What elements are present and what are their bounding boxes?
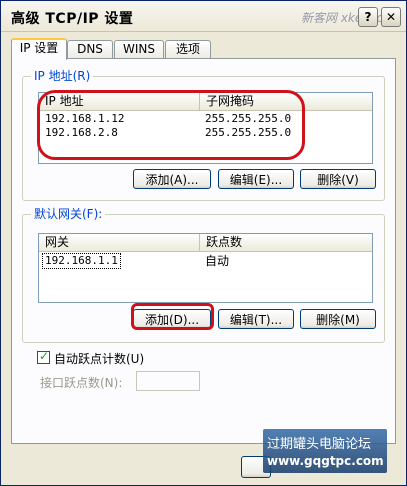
ip-cell: 192.168.2.8: [45, 126, 118, 139]
ip-column-header[interactable]: IP 地址: [39, 93, 199, 110]
gateway-list[interactable]: 网关 跃点数 192.168.1.1 自动: [38, 233, 373, 303]
gateway-edit-button[interactable]: 编辑(T)...: [218, 309, 294, 329]
ip-settings-panel: IP 地址(R) IP 地址 子网掩码 192.168.1.12 255.255…: [11, 58, 396, 444]
tab-ip-settings[interactable]: IP 设置: [11, 38, 67, 60]
ip-edit-button[interactable]: 编辑(E)...: [218, 169, 294, 189]
metric-cell: 自动: [205, 254, 230, 268]
ip-address-list[interactable]: IP 地址 子网掩码 192.168.1.12 255.255.255.0 19…: [38, 92, 373, 164]
tab-wins[interactable]: WINS: [114, 40, 164, 58]
mask-cell: 255.255.255.0: [205, 126, 292, 139]
ip-address-group-label: IP 地址(R): [31, 69, 94, 83]
title-bar[interactable]: 高级 TCP/IP 设置 新客网 xker.com ? ✕: [1, 1, 406, 32]
default-gateway-group-label: 默认网关(F):: [31, 207, 106, 221]
default-gateway-group: 默认网关(F): 网关 跃点数 192.168.1.1 自动 添加(D)... …: [22, 207, 385, 343]
ip-delete-button[interactable]: 删除(V): [300, 169, 376, 189]
gateway-delete-button[interactable]: 删除(M): [300, 309, 376, 329]
metric-column-header[interactable]: 跃点数: [199, 234, 372, 251]
help-button[interactable]: ?: [358, 7, 378, 27]
ip-add-button[interactable]: 添加(A)...: [133, 169, 211, 189]
watermark-forum-name: 过期罐头电脑论坛: [267, 437, 372, 452]
gateway-column-header[interactable]: 网关: [39, 234, 199, 251]
checkmark-icon: ✓: [39, 349, 50, 363]
watermark-url: www.gqgtpc.com: [267, 454, 384, 468]
mask-column-header[interactable]: 子网掩码: [199, 93, 372, 110]
close-button[interactable]: ✕: [381, 7, 401, 27]
window-title: 高级 TCP/IP 设置: [11, 11, 134, 27]
ip-cell: 192.168.1.12: [45, 112, 125, 125]
advanced-tcpip-dialog: 高级 TCP/IP 设置 新客网 xker.com ? ✕ IP 设置 DNS …: [0, 0, 407, 486]
tab-options[interactable]: 选项: [165, 40, 211, 58]
gateway-add-button[interactable]: 添加(D)...: [133, 309, 211, 329]
auto-metric-label[interactable]: 自动跃点计数(U): [54, 350, 144, 367]
ip-address-group: IP 地址(R) IP 地址 子网掩码 192.168.1.12 255.255…: [22, 69, 385, 201]
ip-list-header: IP 地址 子网掩码: [39, 93, 372, 111]
mask-cell: 255.255.255.0: [205, 112, 292, 125]
interface-metric-label: 接口跃点数(N):: [40, 376, 123, 390]
gateway-cell: 192.168.1.1: [42, 253, 121, 269]
tab-dns[interactable]: DNS: [67, 40, 113, 58]
interface-metric-input[interactable]: [136, 371, 200, 391]
gateway-list-header: 网关 跃点数: [39, 234, 372, 252]
auto-metric-checkbox[interactable]: ✓: [37, 349, 50, 364]
